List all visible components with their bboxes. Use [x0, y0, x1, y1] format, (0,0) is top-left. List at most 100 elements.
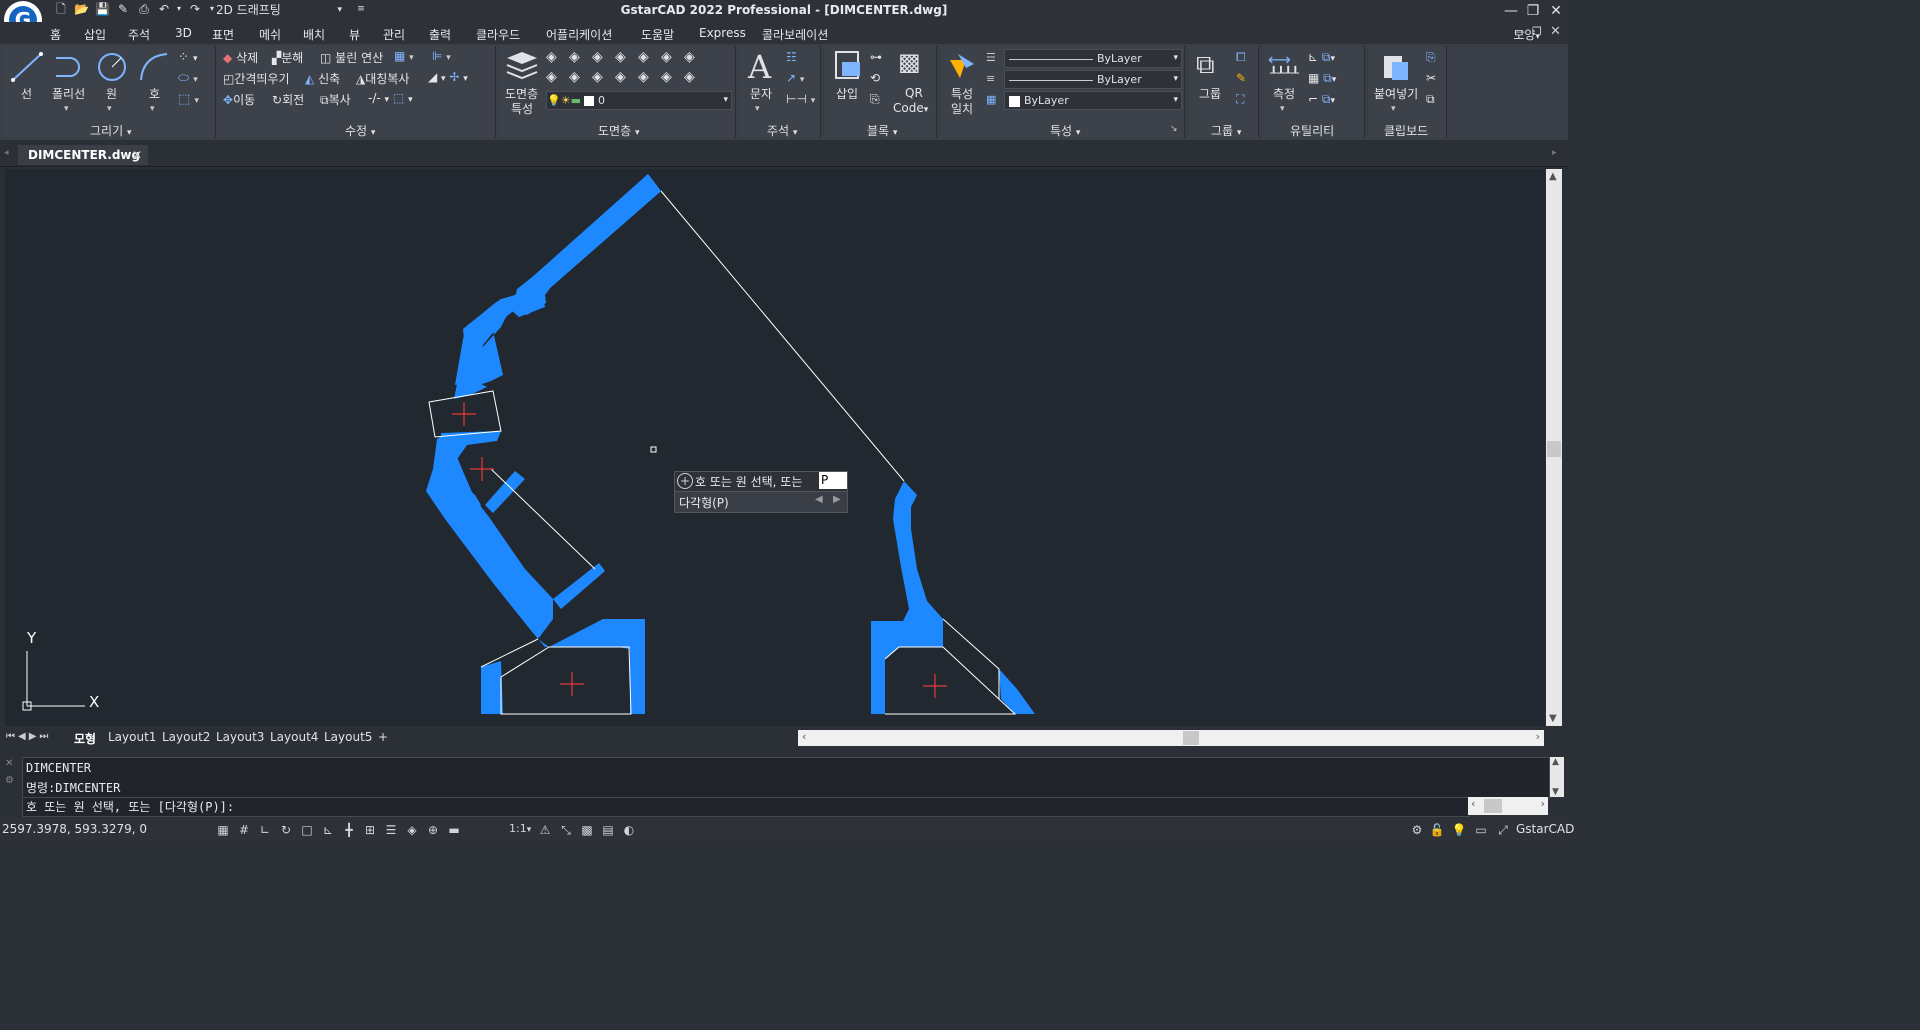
line-button[interactable]: 선: [21, 85, 32, 102]
qr-label-2[interactable]: Code▾: [893, 101, 928, 115]
panel-title-layers[interactable]: 도면층 ▾: [598, 122, 639, 139]
polyline-button[interactable]: 폴리선: [52, 85, 85, 102]
dialog-launcher-icon[interactable]: ↘: [1170, 124, 1178, 134]
vertical-scroll-thumb[interactable]: [1547, 441, 1561, 457]
scroll-right-icon[interactable]: ›: [1536, 730, 1540, 743]
chevron-down-icon[interactable]: ▾: [150, 104, 155, 114]
offset-button[interactable]: ◰간격띄우기: [223, 70, 290, 87]
layer-thaw-icon[interactable]: ◈: [592, 69, 603, 85]
layout-tab-1[interactable]: Layout1: [108, 730, 156, 744]
next-option-icon[interactable]: ▶: [833, 494, 841, 505]
selection-cycle-icon[interactable]: ⊕: [424, 821, 442, 839]
insert-block-icon[interactable]: [830, 48, 864, 82]
utility-tool-3-icon[interactable]: ⌐ ⧉▾: [1308, 92, 1335, 107]
menu-item-9[interactable]: 출력: [429, 26, 451, 43]
block-create-icon[interactable]: ⟲: [870, 71, 880, 85]
menu-item-2[interactable]: 주석: [128, 26, 150, 43]
copy-base-icon[interactable]: ⧉: [1426, 92, 1435, 107]
table-icon[interactable]: ☷: [786, 50, 797, 64]
chevron-down-icon[interactable]: ▾: [64, 104, 69, 114]
layout-tab-6[interactable]: +: [378, 730, 388, 744]
scroll-down-icon[interactable]: ▼: [1549, 713, 1557, 724]
menu-item-7[interactable]: 뷰: [349, 26, 360, 43]
layer-match-icon[interactable]: ◈: [638, 49, 649, 65]
utility-tool-1-icon[interactable]: ⊾ ⧉▾: [1308, 50, 1335, 65]
layer-merge-icon[interactable]: ◈: [661, 69, 672, 85]
tab-scroll-right-icon[interactable]: ▸: [1552, 148, 1557, 158]
command-scrollbar[interactable]: ▲ ▼: [1550, 757, 1564, 797]
layer-freeze-icon[interactable]: ◈: [592, 49, 603, 65]
undo-dropdown-icon[interactable]: ▾: [172, 2, 186, 16]
panel-title-group[interactable]: 그룹 ▾: [1211, 122, 1241, 139]
layer-delete-icon[interactable]: ◈: [684, 69, 695, 85]
leader-icon[interactable]: ↗ ▾: [786, 71, 804, 85]
block-attribute-icon[interactable]: ⎘: [870, 92, 880, 107]
autoscale-icon[interactable]: ⤡: [557, 821, 575, 839]
layer-on-icon[interactable]: ◈: [546, 69, 557, 85]
layer-select[interactable]: 💡☀▬ 0 ▾: [546, 91, 732, 110]
utility-tool-2-icon[interactable]: ▦ ⧉▾: [1308, 71, 1336, 86]
model-space-icon[interactable]: ▬: [445, 821, 463, 839]
layout-nav-icons[interactable]: ⏮◀▶⏭: [6, 731, 51, 742]
menu-item-5[interactable]: 메쉬: [259, 26, 281, 43]
stretch-button[interactable]: ◭ 신축: [305, 70, 340, 87]
group-edit-icon[interactable]: ✎: [1236, 71, 1246, 85]
color-select[interactable]: ByLayer ▾: [1004, 91, 1182, 110]
scroll-up-icon[interactable]: ▲: [1549, 171, 1557, 182]
redo-icon[interactable]: ↷: [188, 2, 202, 16]
prev-option-icon[interactable]: ◀: [815, 494, 823, 505]
layer-unlock-icon[interactable]: ◈: [615, 69, 626, 85]
group-select-icon[interactable]: ⛶: [1236, 92, 1244, 107]
print-icon[interactable]: ⎙: [137, 2, 151, 16]
restore-icon[interactable]: ❐: [1522, 1, 1544, 21]
panel-title-properties[interactable]: 특성 ▾: [1050, 122, 1080, 139]
prompt-input[interactable]: P: [819, 472, 847, 489]
menu-item-10[interactable]: 클라우드: [476, 26, 520, 43]
copy-clip-icon[interactable]: ⎘: [1426, 50, 1436, 65]
layer-lock-icon[interactable]: ◈: [615, 49, 626, 65]
polar-icon[interactable]: ↻: [277, 821, 295, 839]
quick-props-icon[interactable]: ▤: [599, 821, 617, 839]
save-as-icon[interactable]: ✎: [116, 2, 130, 16]
circle-icon[interactable]: [95, 50, 129, 84]
layer-prev-icon[interactable]: ◈: [661, 49, 672, 65]
close-icon[interactable]: ✕: [1545, 1, 1567, 21]
qr-code-icon[interactable]: ▩: [898, 48, 921, 76]
dynucs-icon[interactable]: ╋: [340, 821, 358, 839]
array-icon[interactable]: ▦ ▾: [394, 49, 414, 63]
dyn-input-icon[interactable]: ⊞: [361, 821, 379, 839]
mirror-button[interactable]: ◮대칭복사: [356, 70, 409, 87]
lineweight-select[interactable]: ByLayer ▾: [1004, 70, 1182, 89]
ribbon-restore-icon[interactable]: ❐: [1532, 25, 1542, 38]
save-icon[interactable]: 💾: [95, 2, 110, 16]
qr-label-1[interactable]: QR: [905, 86, 923, 100]
menu-item-14[interactable]: 콜라보레이션: [762, 26, 828, 43]
osnap-icon[interactable]: □: [298, 821, 316, 839]
ortho-icon[interactable]: ∟: [256, 821, 274, 839]
paste-icon[interactable]: [1380, 50, 1412, 82]
layer-properties-label-2[interactable]: 특성: [511, 100, 533, 117]
rectangle-icon[interactable]: ⬚ ▾: [178, 92, 199, 107]
layer-walk-icon[interactable]: ◈: [684, 49, 695, 65]
line-icon[interactable]: [10, 50, 44, 84]
scroll-down-icon[interactable]: ▼: [1552, 787, 1559, 797]
dyn-update-icon[interactable]: ◐: [620, 821, 638, 839]
scroll-up-icon[interactable]: ▲: [1552, 757, 1559, 767]
polyline-icon[interactable]: [52, 50, 86, 84]
command-hscroll-thumb[interactable]: [1484, 799, 1502, 813]
copy-button[interactable]: ⧉복사: [320, 91, 351, 108]
scroll-left-icon[interactable]: ‹: [802, 730, 806, 743]
snap-icon[interactable]: #: [235, 821, 253, 839]
transparency-icon[interactable]: ◈: [403, 821, 421, 839]
group-button[interactable]: 그룹: [1199, 85, 1221, 102]
panel-title-draw[interactable]: 그리기 ▾: [90, 122, 131, 139]
grid-icon[interactable]: ▦: [214, 821, 232, 839]
tab-scroll-left-icon[interactable]: ◂: [4, 148, 9, 158]
layout-tab-2[interactable]: Layout2: [162, 730, 210, 744]
layer-change-icon[interactable]: ◈: [638, 69, 649, 85]
vertical-scrollbar[interactable]: ▲ ▼: [1546, 169, 1562, 726]
isolate-icon[interactable]: 💡: [1450, 821, 1468, 839]
workspace-select[interactable]: 2D 드래프팅 ▾: [216, 1, 344, 19]
units-icon[interactable]: ▩: [578, 821, 596, 839]
group-icon[interactable]: ⧉: [1196, 50, 1215, 81]
